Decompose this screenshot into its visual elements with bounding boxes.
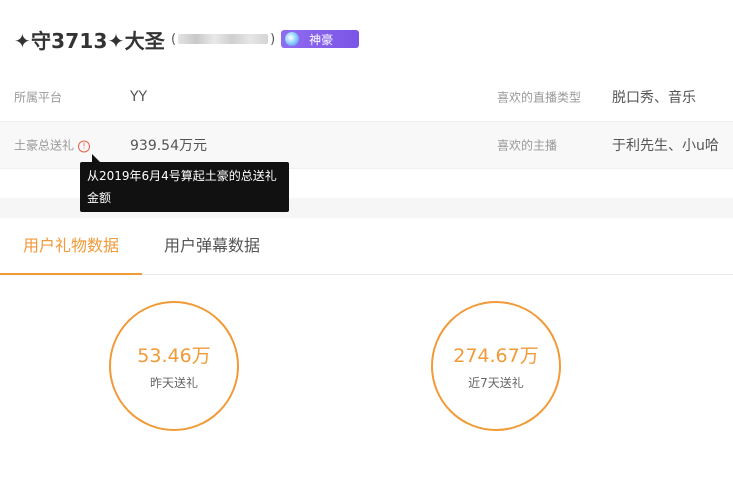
- info-row-platform: 所属平台 YY 喜欢的直播类型 脱口秀、音乐: [0, 74, 733, 120]
- total-gift-value: 939.54万元: [130, 138, 207, 154]
- gem-icon: [285, 32, 300, 46]
- platform-label: 所属平台: [14, 90, 63, 105]
- stat-yesterday-value: 53.46万: [137, 345, 211, 367]
- fav-anchor-label: 喜欢的主播: [497, 138, 558, 153]
- stat-7days-value: 274.67万: [453, 345, 539, 367]
- stat-7days-label: 近7天送礼: [468, 376, 524, 390]
- total-gift-label: 土豪总送礼: [14, 138, 75, 153]
- rank-badge: 神豪: [281, 30, 360, 48]
- stat-yesterday-label: 昨天送礼: [149, 376, 198, 390]
- data-tabs: 用户礼物数据 用户弹幕数据: [0, 218, 733, 275]
- total-gift-label-wrap: 土豪总送礼!: [14, 137, 91, 154]
- badge-label: 神豪: [309, 32, 334, 47]
- tab-gift-data[interactable]: 用户礼物数据: [0, 218, 142, 275]
- profile-header: ✦守3713✦大圣 ( ) 神豪: [14, 24, 360, 54]
- tab-danmaku-data[interactable]: 用户弹幕数据: [164, 218, 260, 274]
- blurred-uid: [178, 34, 269, 44]
- fav-anchor-value: 于利先生、小u哈: [612, 138, 719, 154]
- fav-type-value: 脱口秀、音乐: [612, 90, 696, 106]
- uid-close-paren: ): [270, 31, 276, 47]
- info-icon[interactable]: !: [78, 140, 91, 152]
- fav-type-label: 喜欢的直播类型: [497, 90, 582, 105]
- stat-yesterday: 53.46万 昨天送礼: [109, 301, 239, 431]
- user-id: ( ): [171, 32, 275, 47]
- tooltip-text: 从2019年6月4号算起土豪的总送礼金额: [87, 169, 277, 205]
- gift-tooltip: 从2019年6月4号算起土豪的总送礼金额: [80, 154, 289, 212]
- uid-open-paren: (: [170, 31, 177, 47]
- platform-value: YY: [130, 89, 148, 105]
- username: ✦守3713✦大圣: [14, 28, 165, 53]
- stat-7days: 274.67万 近7天送礼: [431, 301, 561, 431]
